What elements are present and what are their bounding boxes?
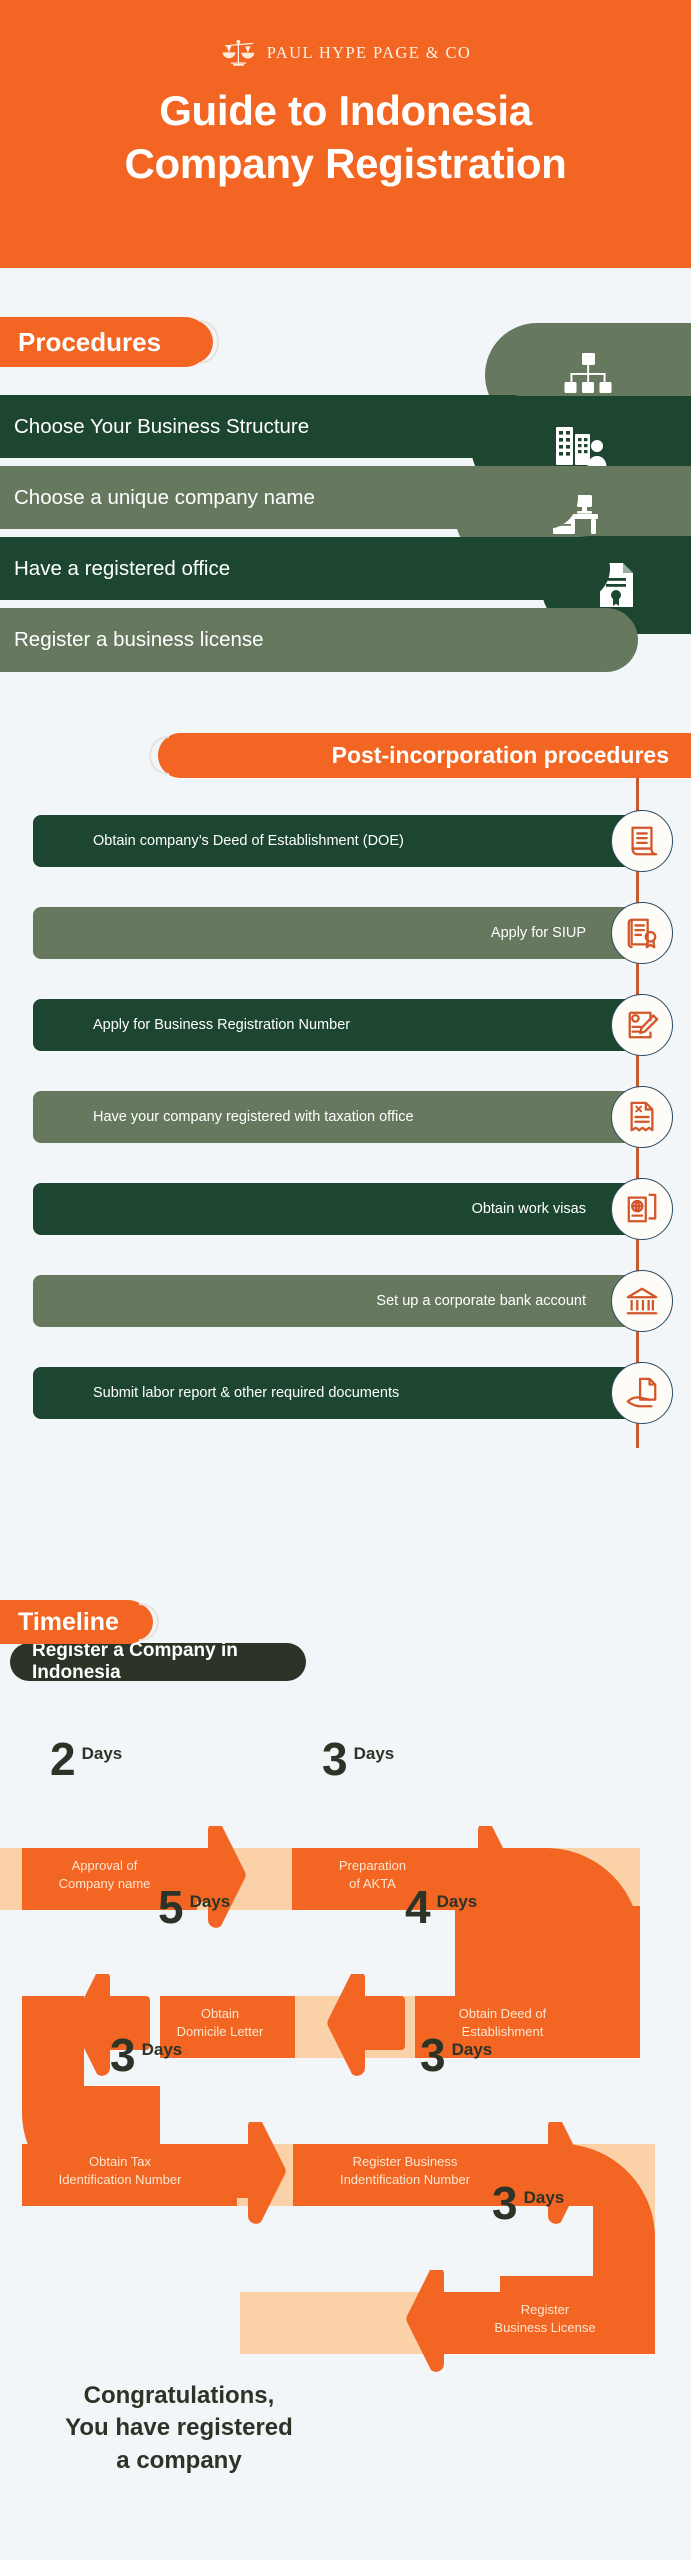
post-label-5: Set up a corporate bank account (376, 1293, 586, 1309)
timeline-label-3: Obtain Domicile Letter (176, 2006, 264, 2039)
building-person-icon (556, 427, 607, 467)
timeline-label-4: Obtain Tax Identification Number (58, 2154, 182, 2187)
post-bar-6: Submit labor report & other required doc… (33, 1367, 646, 1419)
certificate-seal-icon (627, 918, 657, 949)
post-icon-0 (611, 810, 673, 872)
post-icon-4 (611, 1178, 673, 1240)
timeline-conclusion: Congratulations, You have registered a c… (65, 2382, 293, 2474)
timeline-days-unit-3: Days (189, 1892, 231, 1911)
timeline-days-value-4: 3 (110, 2029, 136, 2081)
post-bar-3: Have your company registered with taxati… (33, 1091, 646, 1143)
timeline-days-2: 4 Days (405, 1881, 478, 1933)
timeline-days-value-1: 3 (322, 1733, 348, 1785)
org-chart-icon (564, 353, 612, 393)
procedure-bar-1: Choose a unique company name (0, 466, 578, 529)
post-incorporation-label-text: Post-incorporation procedures (331, 742, 669, 768)
timeline-days-unit-4: Days (141, 2040, 183, 2059)
post-incorporation-row: Have your company registered with taxati… (0, 1086, 691, 1148)
procedure-label-2: Have a registered office (14, 556, 231, 580)
bank-icon (626, 1287, 658, 1315)
post-icon-3 (611, 1086, 673, 1148)
post-icon-1 (611, 902, 673, 964)
post-label-2: Apply for Business Registration Number (93, 1017, 351, 1033)
timeline-label-6: Register Business License (494, 2302, 596, 2335)
procedure-bar-3: Register a business license (0, 608, 638, 672)
timeline-days-5: 3 Days (420, 2029, 493, 2081)
timeline-label-0: Approval of Company name (58, 1858, 151, 1891)
post-bar-2: Apply for Business Registration Number (33, 999, 646, 1051)
timeline-subtitle-text: Register a Company in Indonesia (32, 1640, 238, 1683)
header-banner: PAUL HYPE PAGE & CO Guide to Indonesia C… (0, 0, 691, 268)
timeline-days-3: 5 Days (158, 1881, 231, 1933)
post-label-0: Obtain company’s Deed of Establishment (… (93, 833, 404, 849)
post-icon-5 (611, 1270, 673, 1332)
timeline-days-value-6: 3 (492, 2177, 518, 2229)
post-incorporation-row: Obtain company’s Deed of Establishment (… (0, 810, 691, 872)
post-label-4: Obtain work visas (471, 1201, 586, 1217)
timeline-days-1: 3 Days (322, 1733, 395, 1785)
procedure-label-0: Choose Your Business Structure (14, 414, 310, 438)
post-label-6: Submit labor report & other required doc… (93, 1385, 400, 1401)
timeline-days-value-0: 2 (50, 1733, 76, 1785)
signing-document-icon (628, 1011, 659, 1039)
scroll-document-icon (631, 826, 658, 856)
passport-globe-icon (627, 1193, 657, 1223)
post-bar-5: Set up a corporate bank account (33, 1275, 646, 1327)
post-incorporation-row: Apply for SIUP (0, 902, 691, 964)
procedure-label-1: Choose a unique company name (14, 485, 315, 509)
procedure-bar-0: Choose Your Business Structure (0, 395, 543, 458)
procedure-bar-2: Have a registered office (0, 537, 610, 600)
infographic-page: PAUL HYPE PAGE & CO Guide to Indonesia C… (0, 0, 691, 2560)
post-icon-6 (611, 1362, 673, 1424)
timeline-days-value-3: 5 (158, 1881, 184, 1933)
post-incorporation-row: Set up a corporate bank account (0, 1270, 691, 1332)
post-incorporation-row: Obtain work visas (0, 1178, 691, 1240)
post-icon-2 (611, 994, 673, 1056)
post-bar-0: Obtain company’s Deed of Establishment (… (33, 815, 646, 867)
timeline-days-6: 3 Days (492, 2177, 565, 2229)
post-incorporation-row: Apply for Business Registration Number (0, 994, 691, 1056)
timeline-label-5: Register Business Indentification Number (339, 2154, 471, 2187)
timeline-days-unit-6: Days (523, 2188, 565, 2207)
title-line-2: Company Registration (124, 139, 567, 187)
title-line-1: Guide to Indonesia (159, 87, 532, 134)
timeline-days-unit-0: Days (81, 1744, 123, 1763)
scales-of-justice-icon (222, 40, 255, 66)
post-label-3: Have your company registered with taxati… (93, 1109, 414, 1125)
brand-logo: PAUL HYPE PAGE & CO (0, 38, 691, 68)
hand-document-icon (626, 1377, 657, 1408)
post-label-1: Apply for SIUP (490, 925, 586, 941)
timeline-days-4: 3 Days (110, 2029, 183, 2081)
procedures-section-label: Procedures (0, 317, 219, 367)
timeline-days-0: 2 Days (50, 1733, 123, 1785)
timeline-days-unit-5: Days (451, 2040, 493, 2059)
timeline-subtitle: Register a Company in Indonesia (10, 1640, 306, 1683)
post-bar-4: Obtain work visas (33, 1183, 646, 1235)
post-bar-1: Apply for SIUP (33, 907, 646, 959)
post-incorporation-section-label: Post-incorporation procedures (149, 733, 691, 778)
timeline-days-value-2: 4 (405, 1881, 431, 1933)
timeline-section-label: Timeline (0, 1600, 159, 1644)
timeline-arrow-4 (208, 2122, 288, 2228)
timeline-arrow-2 (325, 1974, 405, 2080)
timeline-days-value-5: 3 (420, 2029, 446, 2081)
post-incorporation-row: Submit labor report & other required doc… (0, 1362, 691, 1424)
brand-name: PAUL HYPE PAGE & CO (266, 43, 472, 62)
tax-receipt-icon (630, 1101, 654, 1132)
timeline-label-text: Timeline (18, 1607, 119, 1636)
procedure-label-3: Register a business license (14, 628, 264, 651)
page-title: Guide to Indonesia Company Registration (0, 85, 691, 190)
procedures-label-text: Procedures (18, 326, 162, 357)
timeline-days-unit-2: Days (436, 1892, 478, 1911)
timeline-days-unit-1: Days (353, 1744, 395, 1763)
